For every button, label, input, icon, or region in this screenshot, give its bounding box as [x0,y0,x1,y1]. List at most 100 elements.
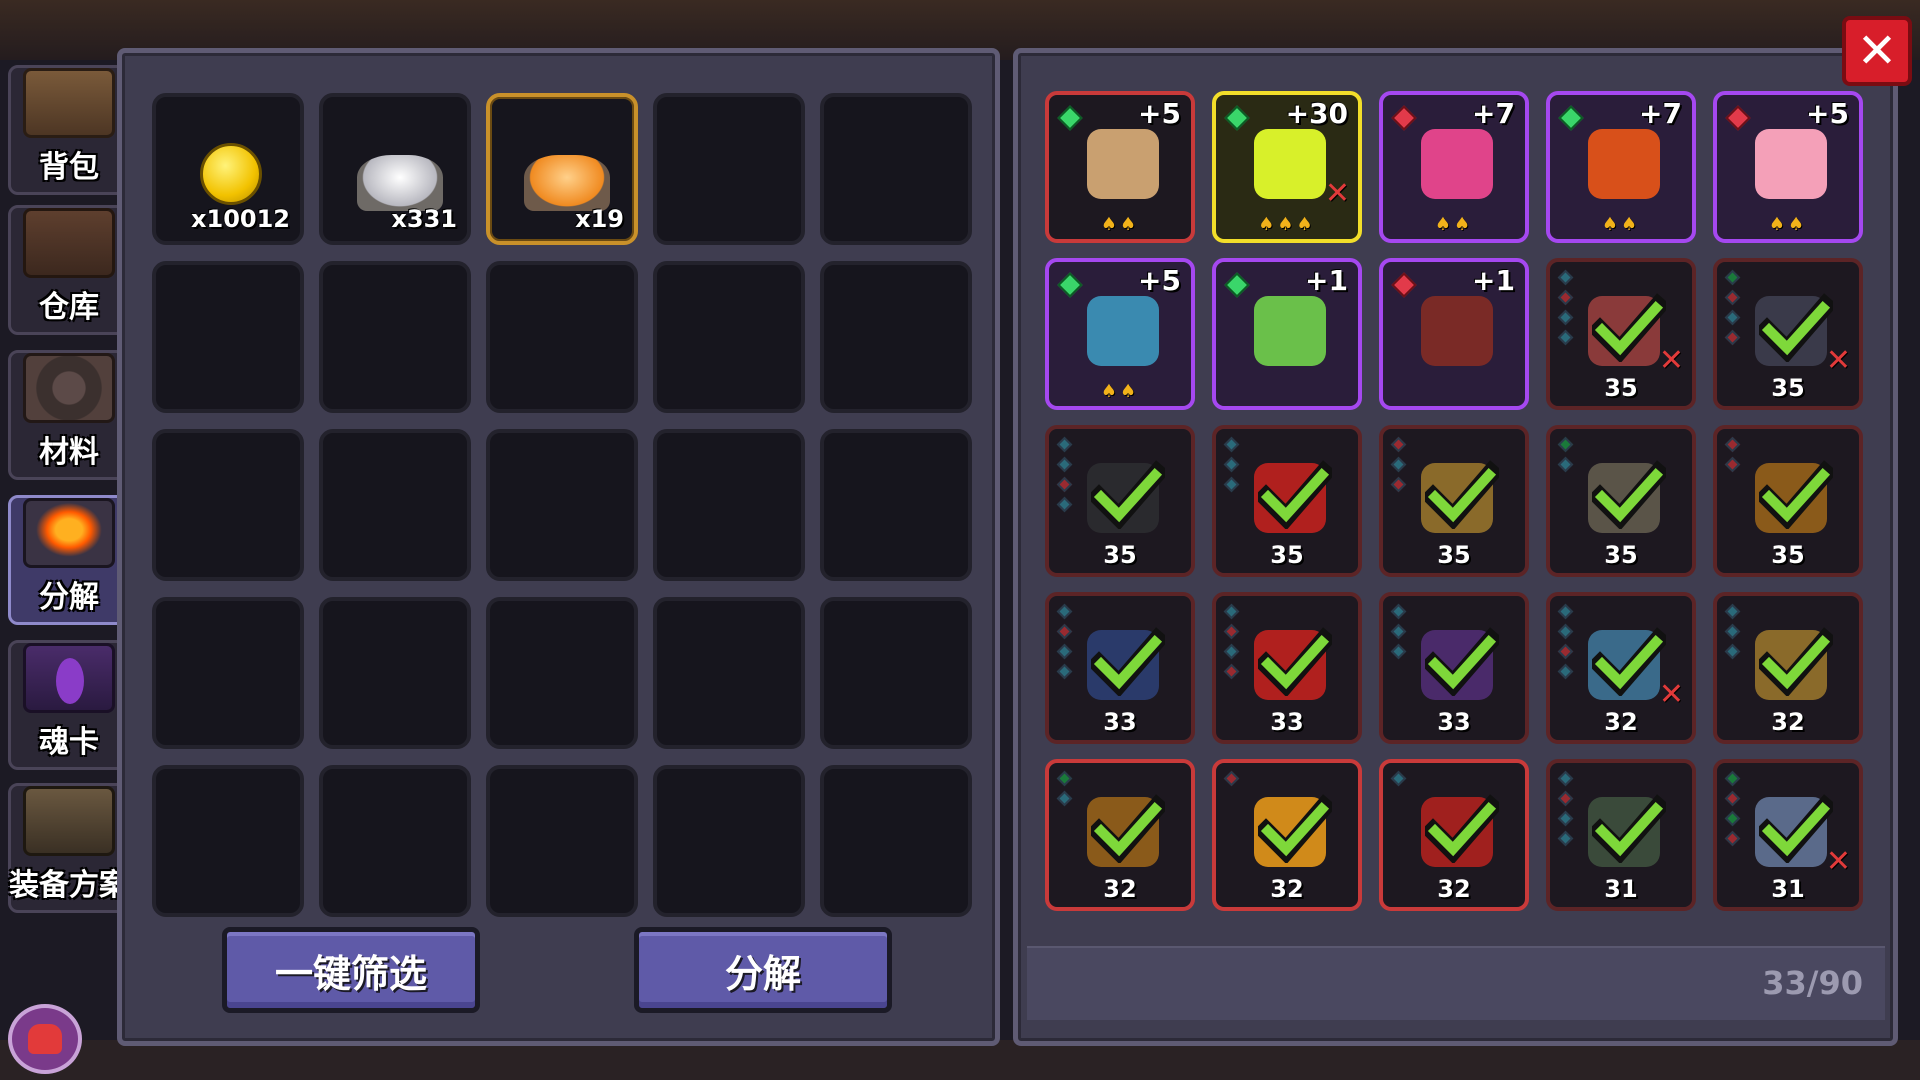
socket-icon [1390,770,1407,787]
enhance-level: +7 [1639,97,1682,130]
armor-set-icon [23,786,115,856]
equipment-slot[interactable]: 35 ✕ [1546,258,1696,410]
equipment-slot[interactable]: 35 [1546,425,1696,577]
furnace-icon [23,498,115,568]
empty-slot[interactable] [653,93,805,245]
equipment-icon [1755,129,1827,199]
equipment-slot[interactable]: 32 [1713,592,1863,744]
empty-slot[interactable] [820,261,972,413]
socket-icon [1724,309,1741,326]
empty-slot[interactable] [820,93,972,245]
equipment-slot[interactable]: 33 [1212,592,1362,744]
socket-icon [1390,476,1407,493]
empty-slot[interactable] [486,765,638,917]
material-slot-gold-coin[interactable]: x10012 [152,93,304,245]
equipment-slot[interactable]: +7 ♠♠ [1546,91,1696,243]
empty-slot[interactable] [319,597,471,749]
empty-slot[interactable] [653,765,805,917]
checkmark-icon [1592,794,1666,863]
checkmark-icon [1258,794,1332,863]
empty-slot[interactable] [820,765,972,917]
equipment-slot[interactable]: 35 [1379,425,1529,577]
empty-slot[interactable] [152,261,304,413]
empty-slot[interactable] [653,261,805,413]
checkmark-icon [1592,627,1666,696]
empty-slot[interactable] [319,429,471,581]
equipment-slot[interactable]: +5 ♠♠ [1713,91,1863,243]
equipment-slot[interactable]: 32 [1045,759,1195,911]
socket-icon [1390,623,1407,640]
gem-sockets [1390,436,1407,499]
empty-slot[interactable] [820,597,972,749]
equipment-slot[interactable]: +1 [1379,258,1529,410]
star-rating: ♠♠ [1601,214,1641,235]
equipment-slot[interactable]: 33 [1379,592,1529,744]
socket-icon [1056,496,1073,513]
tab-equipment-plan[interactable]: 装备方案 [8,783,130,913]
enhance-level: +30 [1285,97,1348,130]
equipment-icon [1421,129,1493,199]
equipment-slot[interactable]: 31 ✕ [1713,759,1863,911]
gem-sockets [1390,770,1407,793]
empty-slot[interactable] [152,429,304,581]
empty-slot[interactable] [152,765,304,917]
equipment-slot[interactable]: +30 ♠♠♠ ✕ [1212,91,1362,243]
equipment-slot[interactable]: 35 [1713,425,1863,577]
empty-slot[interactable] [820,429,972,581]
tab-materials[interactable]: 材料 [8,350,130,480]
empty-slot[interactable] [486,429,638,581]
enhance-level: +1 [1472,264,1515,297]
socket-icon [1056,436,1073,453]
warehouse-chest-icon [23,208,115,278]
gem-sockets [1724,436,1741,479]
equipment-slot[interactable]: +5 ♠♠ [1045,258,1195,410]
one-click-filter-button[interactable]: 一键筛选 [222,927,480,1013]
equipment-slot[interactable]: +5 ♠♠ [1045,91,1195,243]
socket-icon [1390,603,1407,620]
close-button[interactable]: ✕ [1842,16,1912,86]
checkmark-icon [1091,460,1165,529]
equipment-slot[interactable]: +1 [1212,258,1362,410]
socket-icon [1724,456,1741,473]
equipment-slot[interactable]: 35 [1045,425,1195,577]
tab-soul-card[interactable]: 魂卡 [8,640,130,770]
socket-icon [1724,830,1741,847]
item-level: 35 [1771,374,1805,402]
material-slot-white-ore[interactable]: x331 [319,93,471,245]
socket-icon [1223,476,1240,493]
tab-decompose[interactable]: 分解 [8,495,130,625]
empty-slot[interactable] [319,261,471,413]
material-slot-orange-ore[interactable]: x19 [486,93,638,245]
empty-slot[interactable] [653,597,805,749]
mushroom-avatar-icon[interactable] [8,1004,82,1074]
empty-slot[interactable] [653,429,805,581]
inventory-count: 33/90 [1762,964,1863,1002]
gem-sockets [1557,269,1574,352]
equipment-slot[interactable]: 35 [1212,425,1362,577]
equipment-slot[interactable]: 32 ✕ [1546,592,1696,744]
gold-coin-icon [200,143,262,205]
equipment-slot[interactable]: +7 ♠♠ [1379,91,1529,243]
socket-icon [1724,623,1741,640]
empty-slot[interactable] [152,597,304,749]
white-ore-icon [357,155,443,211]
equipment-slot[interactable]: 33 [1045,592,1195,744]
equipment-slot[interactable]: 35 ✕ [1713,258,1863,410]
checkmark-icon [1258,460,1332,529]
tab-backpack[interactable]: 背包 [8,65,130,195]
empty-slot[interactable] [486,261,638,413]
socket-icon [1557,770,1574,787]
socket-icon [1557,309,1574,326]
rarity-gem-icon [1391,272,1417,298]
empty-slot[interactable] [319,765,471,917]
empty-slot[interactable] [486,597,638,749]
tab-warehouse[interactable]: 仓库 [8,205,130,335]
unusable-mark-icon: ✕ [1658,343,1684,378]
item-level: 32 [1771,708,1805,736]
gem-sockets [1223,436,1240,499]
tab-label: 装备方案 [9,868,129,903]
decompose-button[interactable]: 分解 [634,927,892,1013]
equipment-slot[interactable]: 31 [1546,759,1696,911]
equipment-slot[interactable]: 32 [1379,759,1529,911]
equipment-slot[interactable]: 32 [1212,759,1362,911]
